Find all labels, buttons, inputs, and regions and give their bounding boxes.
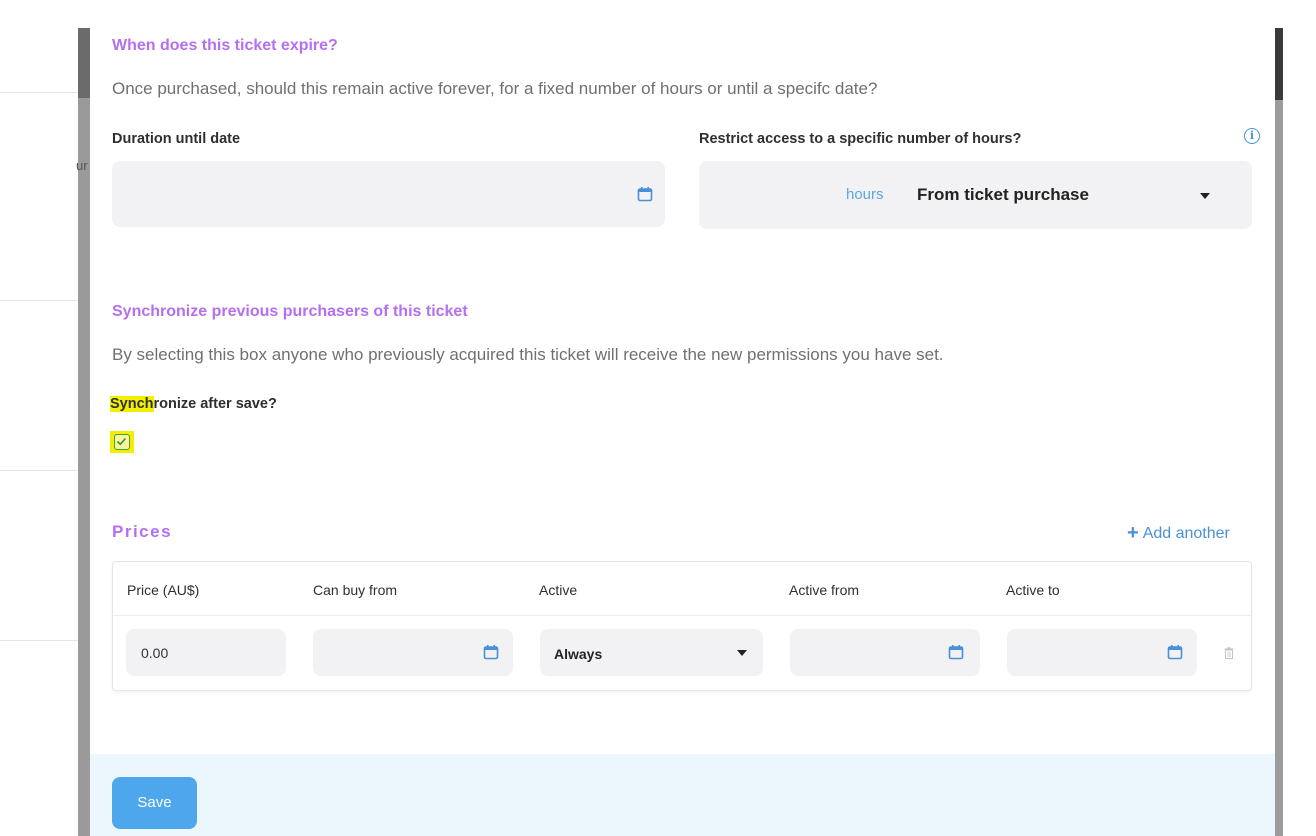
modal-footer: Save <box>90 754 1275 836</box>
price-value: 0.00 <box>141 645 169 661</box>
trash-icon[interactable] <box>1224 647 1234 659</box>
restrict-hours-label: Restrict access to a specific number of … <box>699 131 1022 147</box>
backdrop-divider <box>0 300 78 301</box>
chevron-down-icon <box>737 650 747 656</box>
backdrop-cut-text: v <box>1283 56 1289 70</box>
calendar-icon[interactable] <box>637 186 653 202</box>
can-buy-from-input[interactable] <box>313 629 513 676</box>
highlighted-text: Synch <box>110 396 154 412</box>
calendar-icon[interactable] <box>483 644 499 660</box>
column-header-active-to: Active to <box>1006 582 1060 598</box>
sync-section-title: Synchronize previous purchasers of this … <box>112 303 468 320</box>
column-header-price: Price (AU$) <box>127 582 200 598</box>
expiry-section-title: When does this ticket expire? <box>112 37 338 54</box>
sync-after-save-label: Synchronize after save? <box>110 396 277 412</box>
calendar-icon[interactable] <box>1167 644 1183 660</box>
sync-section-description: By selecting this box anyone who previou… <box>112 345 944 364</box>
table-divider <box>113 615 1251 616</box>
column-header-active: Active <box>539 582 578 598</box>
add-another-label: Add another <box>1142 525 1230 542</box>
column-header-active-from: Active from <box>789 582 860 598</box>
hours-mode-value: From ticket purchase <box>917 185 1089 204</box>
column-header-can-buy-from: Can buy from <box>313 582 398 598</box>
active-value: Always <box>554 646 603 662</box>
add-another-price-link[interactable]: + Add another <box>1127 522 1230 545</box>
checkmark-icon <box>116 437 127 446</box>
price-input[interactable]: 0.00 <box>126 629 286 676</box>
duration-until-date-label: Duration until date <box>112 131 241 147</box>
backdrop-left <box>0 0 78 836</box>
duration-until-date-input[interactable] <box>112 161 665 227</box>
prices-table: Price (AU$) Can buy from Active Active f… <box>112 561 1252 691</box>
active-to-input[interactable] <box>1007 629 1197 676</box>
restrict-hours-select[interactable]: hours From ticket purchase <box>699 161 1252 229</box>
calendar-icon[interactable] <box>948 644 964 660</box>
chevron-down-icon <box>1200 193 1210 199</box>
backdrop-divider <box>0 640 78 641</box>
save-button[interactable]: Save <box>112 777 197 829</box>
backdrop-right: v <box>1275 0 1316 836</box>
expiry-section-description: Once purchased, should this remain activ… <box>112 79 878 98</box>
prices-section-title: Prices <box>112 522 173 541</box>
hours-unit-label: hours <box>846 186 884 203</box>
active-from-input[interactable] <box>790 629 980 676</box>
backdrop-divider <box>0 470 78 471</box>
active-select[interactable]: Always <box>540 629 763 676</box>
ticket-settings-modal: ur When does this ticket expire? Once pu… <box>76 0 1275 836</box>
sync-after-save-checkbox[interactable] <box>110 431 134 453</box>
backdrop-divider <box>0 92 78 93</box>
backdrop-overlay-edge <box>78 28 90 836</box>
backdrop-cut-text: ur <box>76 158 88 173</box>
sync-label-rest: ronize after save? <box>153 396 277 412</box>
plus-icon: + <box>1127 522 1139 544</box>
info-icon[interactable]: i <box>1244 128 1260 144</box>
